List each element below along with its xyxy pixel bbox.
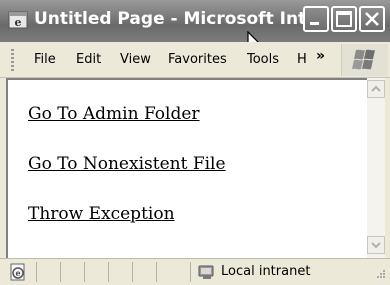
status-pane-divider: [108, 262, 109, 282]
menu-favorites[interactable]: Favorites: [168, 52, 227, 67]
link-go-to-nonexistent-file[interactable]: Go To Nonexistent File: [28, 154, 226, 174]
chevron-up-icon: [371, 85, 381, 92]
maximize-icon: [336, 11, 352, 27]
maximize-button[interactable]: [331, 6, 357, 32]
status-bar: e Local intranet: [0, 258, 390, 285]
menu-bar: File Edit View Favorites Tools H »: [0, 42, 390, 78]
svg-text:e: e: [15, 268, 20, 278]
close-icon: [365, 12, 379, 26]
menu-view[interactable]: View: [120, 52, 151, 67]
status-pane-divider: [156, 262, 157, 282]
link-throw-exception[interactable]: Throw Exception: [28, 204, 175, 224]
svg-text:e: e: [15, 16, 22, 29]
status-pane-divider: [84, 262, 85, 282]
windows-logo-icon: [341, 44, 388, 76]
toolbar-grip[interactable]: [11, 49, 14, 71]
menu-help[interactable]: H: [297, 52, 307, 67]
browser-window: e Untitled Page - Microsoft Inter... Fil…: [0, 0, 390, 285]
vertical-scrollbar[interactable]: [367, 78, 385, 258]
menu-tools[interactable]: Tools: [247, 52, 279, 67]
minimize-icon: [310, 22, 319, 25]
status-pane-divider: [60, 262, 61, 282]
scroll-down-button[interactable]: [367, 236, 385, 254]
chevron-down-icon: [371, 242, 381, 249]
ie-page-icon: e: [10, 263, 25, 281]
scroll-up-button[interactable]: [367, 80, 385, 98]
resize-grip-icon[interactable]: [374, 269, 386, 281]
internet-explorer-icon: e: [8, 11, 28, 29]
status-pane-divider: [190, 262, 191, 282]
menu-file[interactable]: File: [34, 52, 56, 67]
close-button[interactable]: [359, 6, 385, 32]
page-content: Go To Admin Folder Go To Nonexistent Fil…: [6, 78, 367, 258]
minimize-button[interactable]: [303, 6, 329, 32]
status-pane-divider: [132, 262, 133, 282]
title-bar[interactable]: e Untitled Page - Microsoft Inter...: [0, 0, 390, 42]
status-pane-divider: [36, 262, 37, 282]
security-zone-label: Local intranet: [221, 264, 311, 279]
menu-overflow-chevron-icon[interactable]: »: [316, 48, 325, 64]
menu-edit[interactable]: Edit: [76, 52, 101, 67]
link-go-to-admin-folder[interactable]: Go To Admin Folder: [28, 104, 200, 124]
window-title: Untitled Page - Microsoft Inter...: [34, 9, 344, 29]
local-intranet-icon: [198, 265, 214, 279]
